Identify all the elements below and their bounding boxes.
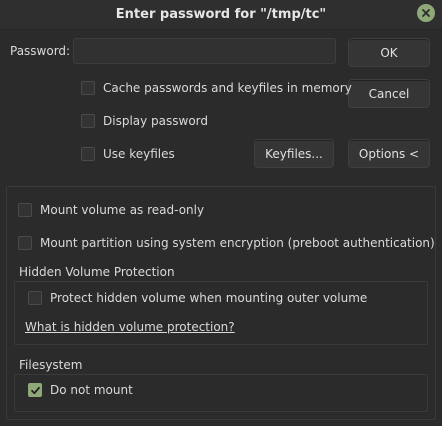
system-encryption-label: Mount partition using system encryption … bbox=[40, 236, 435, 250]
read-only-checkbox[interactable] bbox=[18, 203, 32, 217]
ok-button[interactable]: OK bbox=[348, 38, 430, 67]
options-button[interactable]: Options < bbox=[348, 139, 430, 168]
filesystem-group-title: Filesystem bbox=[19, 358, 83, 372]
read-only-label: Mount volume as read-only bbox=[40, 203, 205, 217]
checkmark-icon bbox=[30, 386, 40, 394]
title-bar: Enter password for "/tmp/tc" bbox=[0, 0, 442, 30]
hidden-volume-help-link[interactable]: What is hidden volume protection? bbox=[25, 320, 235, 334]
do-not-mount-label: Do not mount bbox=[50, 383, 133, 397]
read-only-option[interactable]: Mount volume as read-only bbox=[18, 203, 204, 217]
use-keyfiles-option[interactable]: Use keyfiles bbox=[81, 147, 175, 161]
hidden-volume-group-title: Hidden Volume Protection bbox=[19, 265, 175, 279]
protect-hidden-option[interactable]: Protect hidden volume when mounting oute… bbox=[28, 291, 367, 305]
cache-passwords-checkbox[interactable] bbox=[81, 81, 95, 95]
display-password-option[interactable]: Display password bbox=[81, 114, 208, 128]
display-password-label: Display password bbox=[103, 114, 209, 128]
protect-hidden-label: Protect hidden volume when mounting oute… bbox=[50, 291, 368, 305]
cache-passwords-label: Cache passwords and keyfiles in memory bbox=[103, 81, 352, 95]
close-button[interactable] bbox=[417, 4, 435, 22]
cache-passwords-option[interactable]: Cache passwords and keyfiles in memory bbox=[81, 81, 352, 95]
system-encryption-option[interactable]: Mount partition using system encryption … bbox=[18, 236, 435, 250]
system-encryption-checkbox[interactable] bbox=[18, 236, 32, 250]
display-password-checkbox[interactable] bbox=[81, 114, 95, 128]
keyfiles-button[interactable]: Keyfiles... bbox=[254, 139, 334, 168]
password-label: Password: bbox=[10, 44, 71, 58]
do-not-mount-option[interactable]: Do not mount bbox=[28, 383, 133, 397]
close-icon bbox=[422, 9, 430, 17]
window-title: Enter password for "/tmp/tc" bbox=[115, 7, 327, 22]
cancel-button[interactable]: Cancel bbox=[348, 79, 430, 108]
password-input[interactable] bbox=[73, 38, 336, 64]
protect-hidden-checkbox[interactable] bbox=[28, 291, 42, 305]
use-keyfiles-label: Use keyfiles bbox=[103, 147, 175, 161]
do-not-mount-checkbox[interactable] bbox=[28, 383, 42, 397]
use-keyfiles-checkbox[interactable] bbox=[81, 147, 95, 161]
